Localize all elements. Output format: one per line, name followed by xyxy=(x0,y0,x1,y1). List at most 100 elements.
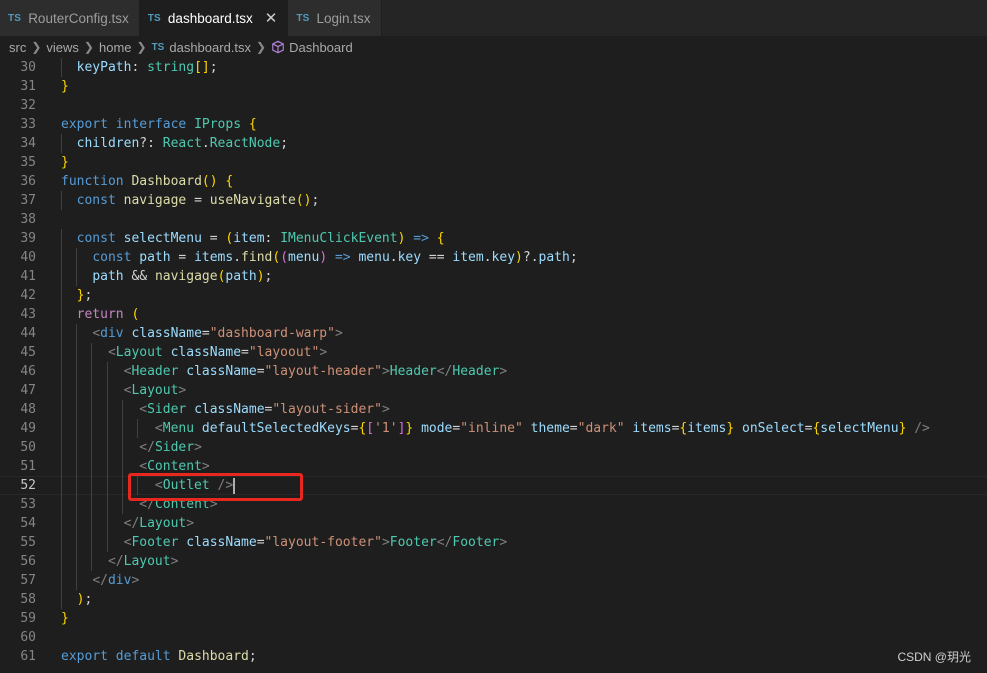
tab-label: Login.tsx xyxy=(316,10,371,26)
line-number: 46 xyxy=(20,364,36,379)
code-line[interactable]: 38 xyxy=(0,210,987,229)
line-number: 59 xyxy=(20,611,36,626)
code-line[interactable]: 41 path && navigage(path); xyxy=(0,267,987,286)
code-line[interactable]: 45 <Layout className="layoout"> xyxy=(0,343,987,362)
chevron-right-icon: ❯ xyxy=(136,40,147,54)
code-line[interactable]: 43 return ( xyxy=(0,305,987,324)
tab-label: RouterConfig.tsx xyxy=(28,10,129,26)
code-line[interactable]: 33 export interface IProps { xyxy=(0,115,987,134)
tab-login[interactable]: TS Login.tsx xyxy=(288,0,382,36)
code-text: <Footer className="layout-footer">Footer… xyxy=(123,535,508,550)
tab-routerconfig[interactable]: TS RouterConfig.tsx xyxy=(0,0,140,36)
watermark: CSDN @玥光 xyxy=(897,650,971,664)
code-text: <Sider className="layout-sider"> xyxy=(139,402,390,417)
code-line[interactable]: 32 xyxy=(0,96,987,115)
breadcrumb-item-home[interactable]: home xyxy=(99,40,132,55)
line-number: 61 xyxy=(20,649,36,664)
code-line[interactable]: 47 <Layout> xyxy=(0,381,987,400)
code-text: keyPath: string[]; xyxy=(76,60,218,75)
typescript-file-icon: TS xyxy=(296,12,310,24)
code-text: const selectMenu = (item: IMenuClickEven… xyxy=(76,231,445,246)
code-text: ); xyxy=(76,592,93,607)
line-number: 30 xyxy=(20,60,36,75)
breadcrumb-item-views[interactable]: views xyxy=(46,40,79,55)
line-number: 33 xyxy=(20,117,36,132)
code-text: <Layout className="layoout"> xyxy=(107,345,328,360)
code-text: return ( xyxy=(76,307,140,322)
breadcrumb-item-file[interactable]: dashboard.tsx xyxy=(169,40,251,55)
breadcrumb-item-src[interactable]: src xyxy=(9,40,26,55)
code-line[interactable]: 30 keyPath: string[]; xyxy=(0,58,987,77)
line-number: 47 xyxy=(20,383,36,398)
code-line[interactable]: 49 <Menu defaultSelectedKeys={['1']} mod… xyxy=(0,419,987,438)
code-line[interactable]: 31} xyxy=(0,77,987,96)
code-text: <Menu defaultSelectedKeys={['1']} mode="… xyxy=(154,421,930,436)
code-text: </Sider> xyxy=(139,440,202,455)
code-text: } xyxy=(61,79,69,94)
line-number: 57 xyxy=(20,573,36,588)
line-number: 36 xyxy=(20,174,36,189)
code-text: <div className="dashboard-warp"> xyxy=(92,326,343,341)
code-line[interactable]: 34 children?: React.ReactNode; xyxy=(0,134,987,153)
line-number: 55 xyxy=(20,535,36,550)
cube-icon xyxy=(272,40,284,54)
code-line[interactable]: 50 </Sider> xyxy=(0,438,987,457)
code-line[interactable]: 40 const path = items.find((menu) => men… xyxy=(0,248,987,267)
code-line[interactable]: 56 </Layout> xyxy=(0,552,987,571)
breadcrumb-item-symbol[interactable]: Dashboard xyxy=(289,40,353,55)
code-line[interactable]: 60 xyxy=(0,628,987,647)
code-text: export default Dashboard; xyxy=(61,649,257,664)
code-editor[interactable]: 30 keyPath: string[]; 31} 32 33 export inter… xyxy=(0,58,987,673)
line-number: 56 xyxy=(20,554,36,569)
typescript-file-icon: TS xyxy=(8,12,22,24)
chevron-right-icon: ❯ xyxy=(83,40,94,54)
chevron-right-icon: ❯ xyxy=(256,40,267,54)
line-number: 44 xyxy=(20,326,36,341)
line-number: 45 xyxy=(20,345,36,360)
line-number: 31 xyxy=(20,79,36,94)
line-number: 32 xyxy=(20,98,36,113)
code-line[interactable]: 58 ); xyxy=(0,590,987,609)
line-number: 38 xyxy=(20,212,36,227)
code-text: </Layout> xyxy=(107,554,179,569)
code-line[interactable]: 55 <Footer className="layout-footer">Foo… xyxy=(0,533,987,552)
breadcrumb: src ❯ views ❯ home ❯ TS dashboard.tsx ❯ … xyxy=(0,36,987,58)
typescript-file-icon: TS xyxy=(151,41,165,53)
code-text: children?: React.ReactNode; xyxy=(76,136,289,151)
line-number: 51 xyxy=(20,459,36,474)
code-line[interactable]: 42 }; xyxy=(0,286,987,305)
annotation-highlight-box xyxy=(128,473,303,501)
line-number: 40 xyxy=(20,250,36,265)
tab-dashboard[interactable]: TS dashboard.tsx ✕ xyxy=(139,0,289,36)
code-text: } xyxy=(61,155,69,170)
code-text: <Layout> xyxy=(123,383,187,398)
code-line[interactable]: 35} xyxy=(0,153,987,172)
chevron-right-icon: ❯ xyxy=(31,40,42,54)
line-number: 52 xyxy=(20,478,36,493)
code-text: } xyxy=(61,611,69,626)
line-number: 34 xyxy=(20,136,36,151)
editor-tabs: TS RouterConfig.tsx TS dashboard.tsx ✕ T… xyxy=(0,0,987,36)
code-line[interactable]: 46 <Header className="layout-header">Hea… xyxy=(0,362,987,381)
code-text: <Header className="layout-header">Header… xyxy=(123,364,508,379)
code-line[interactable]: 44 <div className="dashboard-warp"> xyxy=(0,324,987,343)
code-line[interactable]: 57 </div> xyxy=(0,571,987,590)
line-number: 53 xyxy=(20,497,36,512)
code-text: const path = items.find((menu) => menu.k… xyxy=(92,250,578,265)
close-icon[interactable]: ✕ xyxy=(265,11,278,26)
code-line[interactable]: 54 </Layout> xyxy=(0,514,987,533)
line-number: 37 xyxy=(20,193,36,208)
line-number: 41 xyxy=(20,269,36,284)
line-number: 49 xyxy=(20,421,36,436)
tab-label: dashboard.tsx xyxy=(167,10,253,26)
code-line[interactable]: 59} xyxy=(0,609,987,628)
line-number: 48 xyxy=(20,402,36,417)
code-line[interactable]: 36 function Dashboard() { xyxy=(0,172,987,191)
code-line[interactable]: 48 <Sider className="layout-sider"> xyxy=(0,400,987,419)
line-number: 35 xyxy=(20,155,36,170)
code-line[interactable]: 61 export default Dashboard; xyxy=(0,647,987,666)
code-line[interactable]: 37 const navigage = useNavigate(); xyxy=(0,191,987,210)
typescript-file-icon: TS xyxy=(147,12,161,24)
code-text: const navigage = useNavigate(); xyxy=(76,193,320,208)
code-line[interactable]: 39 const selectMenu = (item: IMenuClickE… xyxy=(0,229,987,248)
